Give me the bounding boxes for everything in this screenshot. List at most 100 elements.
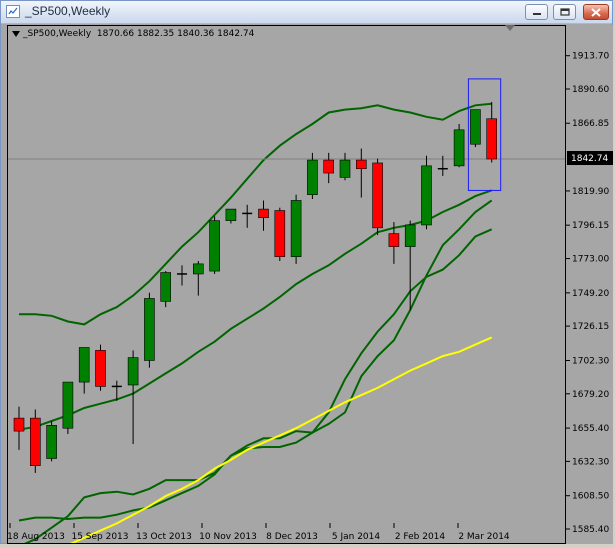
chart-window: _SP500,Weekly 18 Aug 2013 15 Sep 2013 13 O… [0, 0, 613, 544]
y-tick-label: 1702.30 [572, 356, 609, 366]
candle [258, 200, 269, 231]
price-chart: 18 Aug 2013 15 Sep 2013 13 Oct 2013 10 Nov … [8, 78, 565, 543]
candle [242, 204, 253, 228]
candle-body [127, 357, 139, 386]
candle-body [46, 425, 57, 459]
candle-body [160, 272, 171, 302]
x-tick-label: 10 Nov 2013 [199, 532, 257, 542]
candle [225, 208, 237, 224]
candle [62, 381, 74, 434]
legend-symbol: _SP500,Weekly [23, 29, 92, 39]
y-tick-label: 1890.60 [572, 85, 609, 95]
x-tick-label: 15 Sep 2013 [71, 532, 128, 542]
x-tick-label: 2 Mar 2014 [458, 532, 510, 542]
candle-body [193, 263, 204, 275]
title-bar[interactable]: _SP500,Weekly [1, 1, 612, 24]
candle [144, 292, 155, 368]
candle-body [258, 208, 269, 219]
candle-body [421, 165, 432, 226]
candle [46, 421, 57, 462]
chart-icon [6, 5, 20, 18]
candle-body [274, 210, 286, 257]
indicator-line [24, 199, 493, 543]
candle-body [225, 208, 237, 221]
candle [95, 344, 106, 391]
candle [453, 124, 465, 168]
candle [486, 101, 498, 163]
candle-body [339, 159, 351, 178]
candle [290, 194, 302, 264]
candle-body [453, 129, 465, 167]
candle-body [290, 200, 302, 257]
candle-body [29, 417, 41, 467]
dropdown-triangle-icon [12, 30, 20, 37]
close-icon [591, 8, 601, 17]
y-tick-label: 1585.40 [572, 525, 609, 535]
y-tick-label: 1773.00 [572, 255, 609, 265]
y-tick-label: 1726.15 [572, 322, 609, 332]
candle [209, 216, 220, 274]
y-tick-label: 1608.50 [572, 492, 609, 502]
candle [177, 265, 187, 286]
minimize-icon [533, 13, 541, 15]
y-tick-label: 1632.30 [572, 457, 609, 467]
y-tick-label: 1749.20 [572, 289, 609, 299]
restore-button[interactable] [553, 4, 576, 20]
indicator-line [18, 189, 493, 431]
candle [29, 409, 41, 473]
candle-body [13, 417, 25, 432]
candle-body [486, 118, 498, 160]
candle-body [388, 233, 400, 247]
candle-body [470, 109, 481, 145]
candle [339, 152, 351, 181]
chart-shift-marker-icon [505, 25, 515, 31]
candle [372, 158, 383, 236]
close-button[interactable] [583, 4, 609, 20]
y-tick-label: 1866.85 [572, 119, 609, 129]
x-tick-label: 18 Aug 2013 [8, 532, 65, 542]
candle-body [95, 350, 106, 387]
candle-body [323, 159, 335, 174]
x-tick-label: 5 Jan 2014 [332, 532, 380, 542]
x-tick-label: 2 Feb 2014 [395, 532, 446, 542]
price-label-text: 1842.74 [571, 154, 608, 164]
minimize-button[interactable] [525, 4, 548, 20]
candle [470, 109, 481, 148]
candle [421, 155, 432, 230]
candle [355, 148, 367, 198]
candle-body [209, 220, 220, 272]
indicator-line [18, 228, 493, 522]
x-tick-label: 8 Dec 2013 [266, 532, 318, 542]
y-tick-label: 1913.70 [572, 52, 609, 62]
candle-body [372, 162, 383, 229]
restore-icon [560, 8, 570, 16]
candle-body [62, 381, 74, 429]
legend-ohlc: 1870.66 1882.35 1840.36 1842.74 [96, 29, 255, 39]
candle [78, 347, 90, 394]
price-axis: 1913.70 1890.60 1866.85 1819.90 1796.15 1773.… [565, 25, 613, 544]
candle-body [78, 347, 90, 383]
chart-legend: _SP500,Weekly 1870.66 1882.35 1840.36 18… [12, 29, 254, 39]
x-tick-label: 13 Oct 2013 [136, 532, 192, 542]
y-tick-label: 1796.15 [572, 221, 609, 231]
y-tick-label: 1819.90 [572, 187, 609, 197]
candle [13, 406, 25, 450]
candle-body [144, 298, 155, 361]
candle [307, 152, 318, 199]
price-axis-labels: 1913.70 1890.60 1866.85 1819.90 1796.15 1773.… [566, 52, 613, 535]
candle [127, 350, 139, 445]
indicator-line [69, 336, 493, 543]
candle-body [355, 159, 367, 170]
plot-area[interactable]: 18 Aug 2013 15 Sep 2013 13 Oct 2013 10 Nov … [7, 25, 565, 544]
y-tick-label: 1679.20 [572, 390, 609, 400]
candle [323, 152, 335, 184]
candle [274, 207, 286, 261]
candle [160, 271, 171, 308]
indicator-line [19, 102, 492, 326]
candle-body [307, 159, 318, 195]
y-tick-label: 1655.40 [572, 424, 609, 434]
current-price-label: 1842.74 [567, 151, 613, 166]
candle-body [404, 224, 416, 247]
window-title: _SP500,Weekly [25, 4, 111, 18]
candle [193, 260, 204, 296]
